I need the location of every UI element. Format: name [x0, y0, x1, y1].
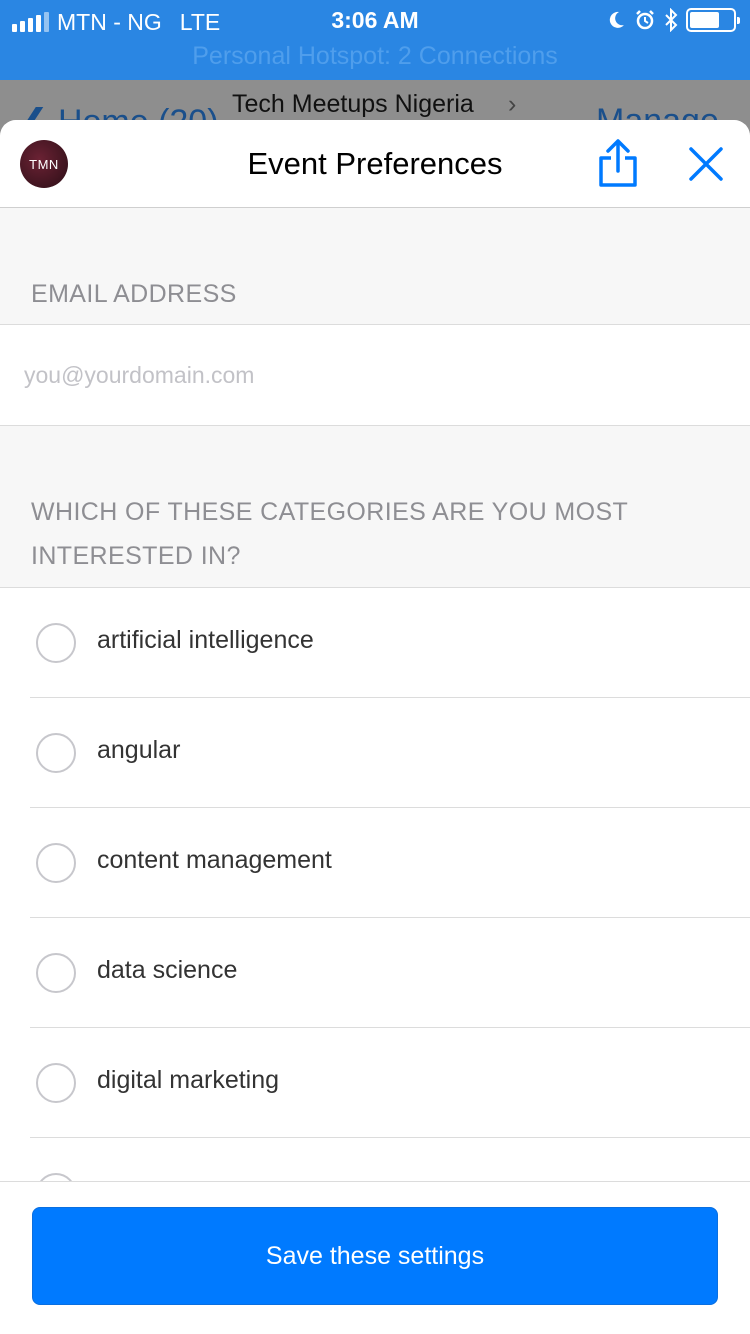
radio-button[interactable] [36, 623, 76, 663]
option-label: artificial intelligence [97, 626, 314, 654]
list-item[interactable]: content management [0, 808, 750, 918]
list-item[interactable]: data science [0, 918, 750, 1028]
radio-button[interactable] [36, 953, 76, 993]
footer: Save these settings [0, 1181, 750, 1334]
hotspot-banner[interactable]: Personal Hotspot: 2 Connections [0, 42, 750, 71]
list-item-partial[interactable] [0, 1138, 750, 1181]
battery-icon [686, 8, 740, 32]
alarm-icon [636, 10, 654, 30]
option-label: content management [97, 846, 332, 874]
sheet-header: TMN Event Preferences [0, 120, 750, 208]
categories-section-label: WHICH OF THESE CATEGORIES ARE YOU MOST I… [31, 498, 628, 570]
chevron-right-icon: › [508, 90, 517, 118]
email-field[interactable] [24, 355, 724, 395]
share-button[interactable] [596, 138, 640, 188]
radio-button[interactable] [36, 843, 76, 883]
option-label: angular [97, 736, 181, 764]
moon-icon [609, 11, 624, 28]
radio-button[interactable] [36, 1063, 76, 1103]
option-label: data science [97, 956, 238, 984]
email-section-label: EMAIL ADDRESS [31, 280, 237, 308]
categories-list: artificial intelligence angular content … [0, 587, 750, 1181]
close-icon [689, 147, 723, 181]
email-row [0, 324, 750, 426]
bluetooth-icon [665, 8, 678, 32]
close-button[interactable] [686, 144, 726, 184]
status-right [606, 6, 740, 34]
option-label: digital marketing [97, 1066, 280, 1094]
status-bar: MTN - NG LTE 3:06 AM Personal Hotspot: 2… [0, 0, 750, 80]
save-button[interactable]: Save these settings [32, 1207, 718, 1305]
list-item[interactable]: digital marketing [0, 1028, 750, 1138]
preferences-sheet: TMN Event Preferences EMAIL ADDRESS WHIC… [0, 120, 750, 1334]
list-item[interactable]: artificial intelligence [0, 588, 750, 698]
background-title: Tech Meetups Nigeria [232, 90, 474, 118]
radio-button[interactable] [36, 733, 76, 773]
share-icon [599, 139, 637, 187]
radio-button[interactable] [36, 1173, 76, 1181]
list-item[interactable]: angular [0, 698, 750, 808]
